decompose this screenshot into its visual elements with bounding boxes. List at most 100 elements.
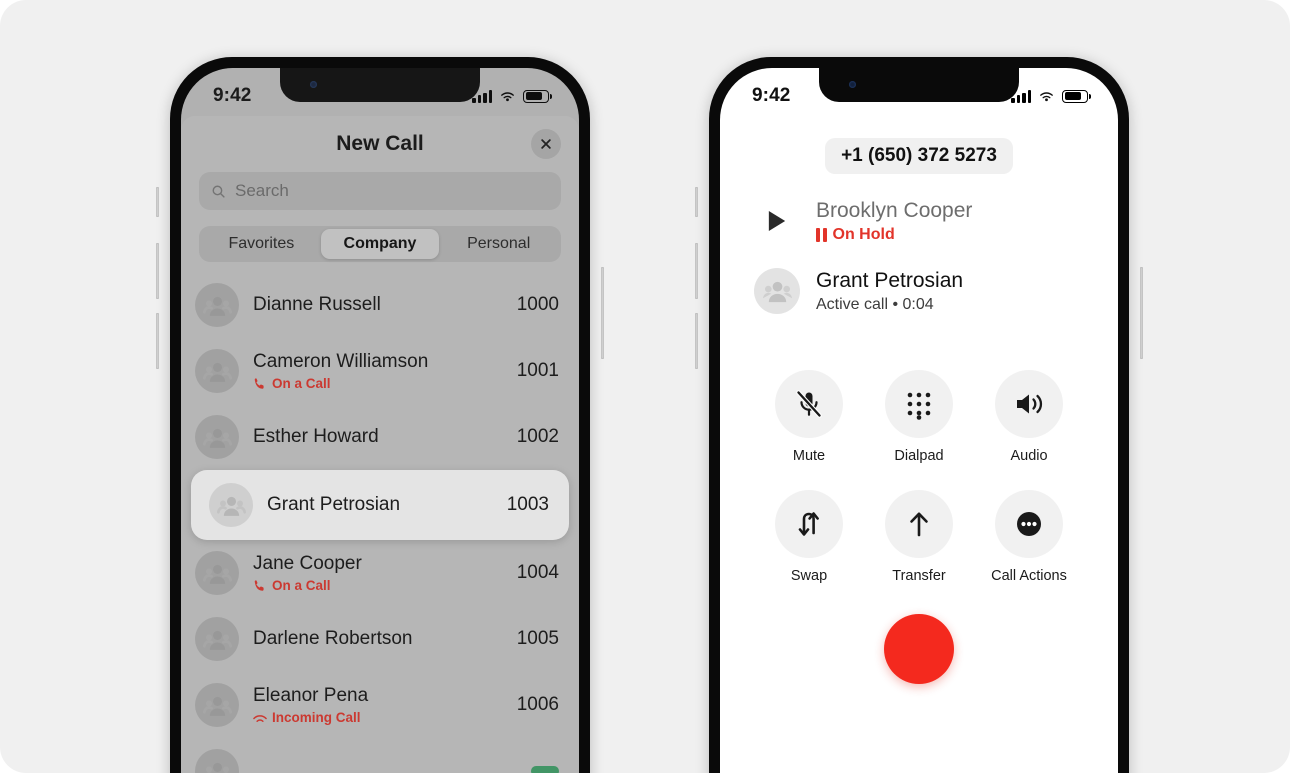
- dialpad-icon-button[interactable]: [885, 370, 953, 438]
- phone-number-container: +1 (650) 372 5273: [720, 138, 1118, 174]
- avatar: [195, 551, 239, 595]
- group-avatar-icon: [762, 281, 792, 302]
- contact-extension: 1006: [516, 694, 559, 715]
- contact-name: Dianne Russell: [253, 293, 381, 315]
- power-button[interactable]: [601, 267, 604, 359]
- volume-up-button[interactable]: [156, 243, 159, 299]
- contact-name: Cameron Williamson: [253, 350, 429, 372]
- contact-status: On a Call: [253, 376, 503, 391]
- contact-row[interactable]: Esther Howard 1002: [181, 404, 579, 470]
- microphone-slash-icon-button[interactable]: [775, 370, 843, 438]
- volume-down-button-right[interactable]: [695, 313, 698, 369]
- tab-company[interactable]: Company: [320, 229, 440, 259]
- party-status: On Hold: [816, 226, 972, 244]
- play-icon: [768, 210, 786, 232]
- action-label: Dialpad: [894, 448, 944, 464]
- sheet-header: New Call: [181, 116, 579, 172]
- party-status-label: On Hold: [832, 225, 895, 243]
- notch-right: [819, 68, 1019, 102]
- wifi-icon: [1040, 91, 1053, 101]
- group-avatar-icon: [202, 630, 232, 650]
- contact-row[interactable]: Jane Cooper On a Call 1004: [181, 540, 579, 606]
- call-party-active[interactable]: Grant Petrosian Active call • 0:04: [720, 268, 1118, 314]
- battery-icon: [523, 89, 552, 103]
- contact-row[interactable]: Cameron Williamson On a Call 1001: [181, 338, 579, 404]
- dialpad-icon: [907, 392, 931, 420]
- status-time: 9:42: [752, 85, 791, 106]
- action-label: Mute: [792, 448, 826, 464]
- action-dialpad[interactable]: Dialpad: [864, 370, 974, 464]
- end-call-container: [720, 614, 1118, 684]
- contact-extension: 1003: [506, 494, 549, 515]
- action-label: Transfer: [892, 568, 946, 584]
- contact-extension: 1005: [516, 628, 559, 649]
- contact-list: Dianne Russell 1000 Cameron Williamson O…: [181, 272, 579, 773]
- volume-down-button[interactable]: [156, 313, 159, 369]
- incoming-call-icon: [253, 714, 267, 722]
- ellipsis-icon: [1017, 512, 1041, 536]
- screen-left: 9:42 New Call Search Favorites Company P…: [181, 68, 579, 773]
- resume-call-button[interactable]: [754, 198, 800, 244]
- notch: [280, 68, 480, 102]
- action-audio[interactable]: Audio: [974, 370, 1084, 464]
- tab-personal[interactable]: Personal: [439, 229, 558, 259]
- action-mute[interactable]: Mute: [754, 370, 864, 464]
- contact-status-label: Incoming Call: [272, 710, 361, 726]
- contact-extension: 1000: [516, 294, 559, 315]
- contact-name: Grant Petrosian: [267, 493, 401, 515]
- microphone-slash-icon: [796, 390, 822, 418]
- new-call-sheet: New Call Search Favorites Company Person…: [181, 116, 579, 773]
- party-status: Active call • 0:04: [816, 295, 934, 313]
- avatar: [209, 483, 253, 527]
- speaker-icon: [1017, 394, 1043, 414]
- phone-number-pill[interactable]: +1 (650) 372 5273: [825, 138, 1013, 174]
- search-icon: [212, 185, 225, 198]
- contact-status: On a Call: [253, 578, 503, 593]
- ellipsis-icon-button[interactable]: [995, 490, 1063, 558]
- contact-row[interactable]: Dianne Russell 1000: [181, 272, 579, 338]
- group-avatar-icon: [202, 428, 232, 448]
- action-swap[interactable]: Swap: [754, 490, 864, 584]
- avatar: [195, 415, 239, 459]
- phone-icon: [254, 579, 264, 591]
- group-avatar-icon: [204, 762, 230, 773]
- contact-row-partial[interactable]: [181, 738, 579, 773]
- front-camera-icon: [310, 81, 317, 88]
- contact-name: Eleanor Pena: [253, 684, 369, 706]
- end-call-button[interactable]: [884, 614, 954, 684]
- contact-row[interactable]: Eleanor Pena Incoming Call 1006: [181, 672, 579, 738]
- call-party-held[interactable]: Brooklyn Cooper On Hold: [720, 198, 1118, 244]
- action-transfer[interactable]: Transfer: [864, 490, 974, 584]
- group-avatar-icon: [202, 696, 232, 716]
- battery-icon: [1062, 89, 1091, 103]
- screen-right: 9:42 +1 (650) 372 5273 Brooklyn Cooper O…: [720, 68, 1118, 773]
- avatar: [754, 268, 800, 314]
- tab-favorites[interactable]: Favorites: [202, 229, 321, 259]
- contacts-segmented-control[interactable]: Favorites Company Personal: [199, 226, 561, 262]
- avatar: [195, 349, 239, 393]
- call-actions-grid: Mute Dialpad Audio Swap Transfer Call Ac…: [754, 370, 1084, 584]
- speaker-icon-button[interactable]: [995, 370, 1063, 438]
- power-button-right[interactable]: [1140, 267, 1143, 359]
- search-container: Search: [181, 172, 579, 210]
- party-name: Grant Petrosian: [816, 269, 964, 293]
- silent-switch-button[interactable]: [156, 187, 159, 217]
- page-title: New Call: [336, 132, 424, 155]
- phone-mockup-right: 9:42 +1 (650) 372 5273 Brooklyn Cooper O…: [695, 53, 1143, 773]
- action-call-actions[interactable]: Call Actions: [974, 490, 1084, 584]
- silent-switch-button-right[interactable]: [695, 187, 698, 217]
- close-button[interactable]: [531, 129, 561, 159]
- action-label: Swap: [790, 568, 828, 584]
- active-call-screen: +1 (650) 372 5273 Brooklyn Cooper On Hol…: [720, 68, 1118, 773]
- action-label: Audio: [1010, 448, 1048, 464]
- arrow-up-icon-button[interactable]: [885, 490, 953, 558]
- volume-up-button-right[interactable]: [695, 243, 698, 299]
- swap-arrows-icon-button[interactable]: [775, 490, 843, 558]
- avatar: [195, 283, 239, 327]
- front-camera-icon: [849, 81, 856, 88]
- action-label: Call Actions: [991, 568, 1067, 584]
- contact-row-selected[interactable]: Grant Petrosian 1003: [191, 470, 569, 540]
- wifi-icon: [501, 91, 514, 101]
- search-input[interactable]: Search: [199, 172, 561, 210]
- contact-row[interactable]: Darlene Robertson 1005: [181, 606, 579, 672]
